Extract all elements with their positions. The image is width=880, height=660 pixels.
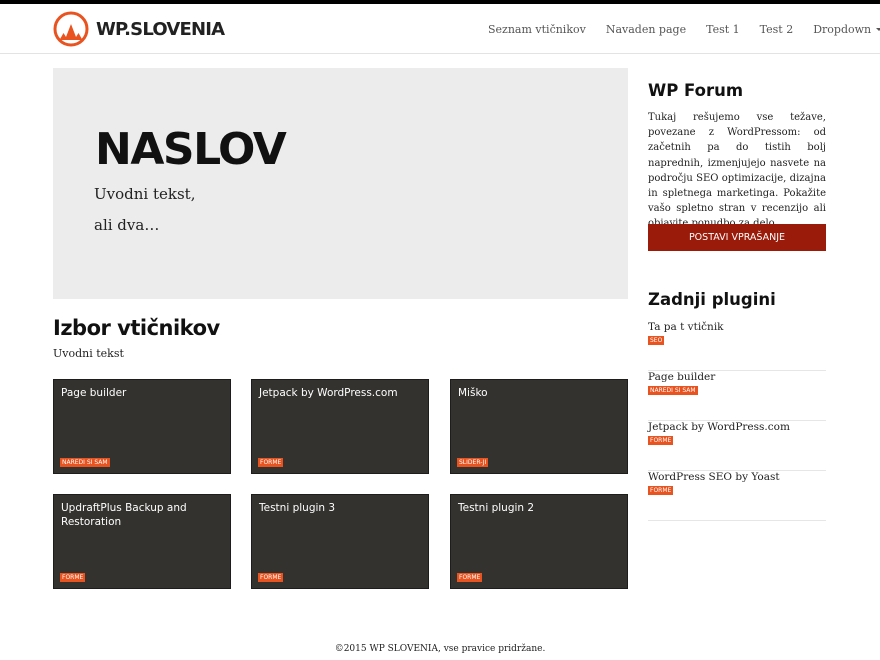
latest-plugin-tag[interactable]: SEO (648, 336, 665, 345)
plugin-card-tag[interactable]: SLIDER-JI (457, 458, 489, 467)
plugin-card-title: Miško (458, 387, 488, 399)
plugin-card[interactable]: Testni plugin 3 FORME (251, 494, 429, 589)
plugin-card[interactable]: Miško SLIDER-JI (450, 379, 628, 474)
latest-plugin-tag[interactable]: FORME (648, 436, 674, 445)
ask-question-button[interactable]: POSTAVI VPRAŠANJE (648, 224, 826, 251)
plugin-card[interactable]: Testni plugin 2 FORME (450, 494, 628, 589)
nav-item-test-2[interactable]: Test 2 (760, 23, 794, 36)
latest-plugin-item: Jetpack by WordPress.com FORME (648, 421, 826, 471)
latest-plugin-link[interactable]: Page builder (648, 371, 715, 383)
forum-description: Tukaj rešujemo vse težave, povezane z Wo… (648, 112, 826, 229)
latest-plugin-link[interactable]: Jetpack by WordPress.com (648, 421, 790, 433)
hero-title: NASLOV (95, 124, 287, 175)
latest-plugin-item: Ta pa t vtičnik SEO (648, 321, 826, 371)
plugin-card-title: UpdraftPlus Backup and Restoration (61, 502, 187, 528)
plugin-card-tag[interactable]: FORME (258, 458, 284, 467)
plugin-card-tag[interactable]: FORME (60, 573, 86, 582)
footer-copyright: ©2015 WP SLOVENIA, vse pravice pridržane… (334, 644, 546, 654)
site-header: WP.SLOVENIA Seznam vtičnikov Navaden pag… (0, 4, 880, 54)
plugin-card-tag[interactable]: NAREDI SI SAM (60, 458, 110, 467)
latest-plugin-item: WordPress SEO by Yoast FORME (648, 471, 826, 521)
plugin-card-title: Jetpack by WordPress.com (259, 387, 398, 399)
hero-text-line-1: Uvodni tekst, (94, 185, 196, 203)
latest-plugin-item: Page builder NAREDI SI SAM (648, 371, 826, 421)
site-name: WP.SLOVENIA (96, 18, 225, 40)
section-title: Izbor vtičnikov (53, 316, 220, 340)
hero-banner: NASLOV Uvodni tekst, ali dva… (53, 68, 628, 299)
latest-plugin-tag[interactable]: FORME (648, 486, 674, 495)
plugin-card-tag[interactable]: FORME (457, 573, 483, 582)
plugin-card-tag[interactable]: FORME (258, 573, 284, 582)
nav-dropdown-label: Dropdown (813, 22, 872, 36)
latest-plugin-link[interactable]: Ta pa t vtičnik (648, 321, 724, 333)
site-logo[interactable]: WP.SLOVENIA (53, 10, 225, 48)
plugin-card[interactable]: Jetpack by WordPress.com FORME (251, 379, 429, 474)
nav-item-seznam-vticnikov[interactable]: Seznam vtičnikov (488, 23, 586, 36)
plugin-card-title: Page builder (61, 387, 127, 399)
logo-icon (53, 11, 89, 47)
nav-item-navaden-page[interactable]: Navaden page (606, 23, 686, 36)
plugin-card-title: Testni plugin 3 (259, 502, 336, 514)
main-nav: Seznam vtičnikov Navaden page Test 1 Tes… (478, 4, 880, 54)
chevron-down-icon (876, 27, 880, 31)
nav-item-test-1[interactable]: Test 1 (706, 23, 740, 36)
nav-item-dropdown[interactable]: Dropdown (813, 23, 880, 36)
latest-plugin-link[interactable]: WordPress SEO by Yoast (648, 471, 780, 483)
hero-text-line-2: ali dva… (94, 216, 160, 234)
section-subtitle: Uvodni tekst (53, 347, 124, 360)
forum-title: WP Forum (648, 81, 744, 100)
latest-plugin-tag[interactable]: NAREDI SI SAM (648, 386, 698, 395)
plugin-card[interactable]: UpdraftPlus Backup and Restoration FORME (53, 494, 231, 589)
plugin-card-title: Testni plugin 2 (458, 502, 535, 514)
plugin-card[interactable]: Page builder NAREDI SI SAM (53, 379, 231, 474)
latest-plugins-title: Zadnji plugini (648, 290, 776, 309)
